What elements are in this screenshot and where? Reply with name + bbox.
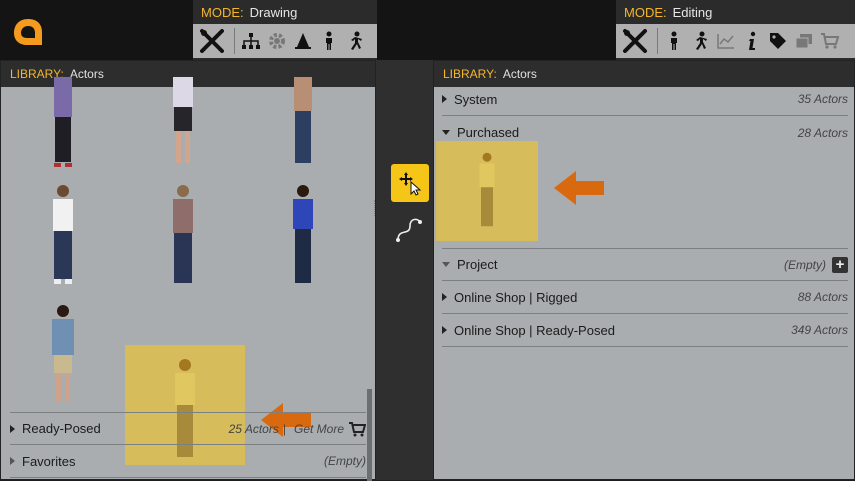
- item-label: Purchased: [457, 125, 520, 140]
- mode-label: MODE:: [624, 4, 667, 20]
- item-count: 28 Actors: [797, 125, 848, 140]
- cart-icon[interactable]: [348, 421, 366, 437]
- item-count: 25 Actors: [228, 421, 279, 436]
- mode-header: MODE: Editing: [616, 0, 855, 24]
- actor-thumbnail[interactable]: [3, 171, 123, 291]
- library-panel-left: LIBRARY: Actors Ready-Posed 25 Actors | …: [0, 60, 376, 481]
- separator: |: [282, 421, 286, 436]
- item-label: Favorites: [22, 453, 76, 469]
- person-icon[interactable]: [661, 24, 687, 58]
- mode-label: MODE:: [201, 4, 244, 20]
- actor-thumbnail[interactable]: [123, 171, 243, 291]
- arrow-left-icon: [554, 171, 604, 205]
- list-item[interactable]: Online Shop | Rigged 88 Actors: [442, 281, 848, 314]
- move-cursor-icon: [399, 172, 422, 196]
- chart-icon[interactable]: [713, 24, 739, 58]
- actor-thumbnail[interactable]: [3, 51, 123, 171]
- list-item[interactable]: Online Shop | Ready-Posed 349 Actors: [442, 314, 848, 347]
- list-item[interactable]: System 35 Actors: [442, 83, 848, 116]
- info-icon[interactable]: [739, 24, 765, 58]
- expand-icon: [10, 424, 15, 433]
- list-item[interactable]: Favorites (Empty): [10, 445, 366, 478]
- mode-panel-editing: MODE: Editing: [616, 0, 855, 60]
- move-select-tool-button[interactable]: [391, 164, 429, 202]
- cart-icon[interactable]: [817, 24, 843, 58]
- item-label: Online Shop | Rigged: [454, 289, 578, 305]
- actor-thumbnail[interactable]: [243, 51, 363, 171]
- library-label: LIBRARY:: [443, 67, 497, 81]
- gallery-icon[interactable]: [791, 24, 817, 58]
- mode-header: MODE: Drawing: [193, 0, 377, 24]
- list-item[interactable]: Project (Empty) +: [442, 248, 848, 281]
- item-label: Project: [457, 257, 498, 272]
- expand-icon: [442, 293, 447, 301]
- item-label: Online Shop | Ready-Posed: [454, 322, 615, 338]
- splitter-handle[interactable]: [374, 200, 377, 216]
- list-item[interactable]: Ready-Posed 25 Actors | Get More: [10, 412, 366, 445]
- run-icon[interactable]: [687, 24, 713, 58]
- item-label: Ready-Posed: [22, 421, 101, 436]
- expand-icon: [442, 95, 447, 103]
- selected-actor-thumbnail[interactable]: [436, 141, 538, 241]
- tag-icon[interactable]: [765, 24, 791, 58]
- collapse-icon: [442, 262, 450, 267]
- mode-value: Editing: [672, 4, 713, 20]
- add-icon[interactable]: +: [832, 256, 848, 273]
- expand-icon: [442, 326, 447, 334]
- actor-thumbnail[interactable]: [3, 291, 123, 411]
- scrollbar[interactable]: [367, 389, 372, 481]
- item-label: System: [454, 91, 498, 107]
- tools-icon[interactable]: [616, 24, 654, 58]
- item-count: (Empty): [324, 454, 366, 468]
- toolbar-divider: [657, 28, 658, 54]
- actor-thumbnail[interactable]: [243, 171, 363, 291]
- item-count: 349 Actors: [791, 323, 848, 337]
- library-value: Actors: [502, 67, 537, 81]
- actor-thumbnail[interactable]: [123, 51, 243, 171]
- app-logo: [14, 19, 42, 45]
- expand-icon: [10, 457, 15, 465]
- item-count: 88 Actors: [797, 290, 848, 304]
- library-panel-right: LIBRARY: Actors System 35 Actors Purchas…: [433, 60, 855, 480]
- mode-toolbar: [616, 24, 855, 58]
- curve-path-icon[interactable]: [394, 214, 426, 244]
- mode-value: Drawing: [249, 4, 298, 20]
- item-count: 35 Actors: [797, 92, 848, 106]
- item-count: (Empty): [784, 257, 826, 272]
- collapse-icon: [442, 130, 450, 135]
- get-more-link[interactable]: Get More: [294, 422, 344, 436]
